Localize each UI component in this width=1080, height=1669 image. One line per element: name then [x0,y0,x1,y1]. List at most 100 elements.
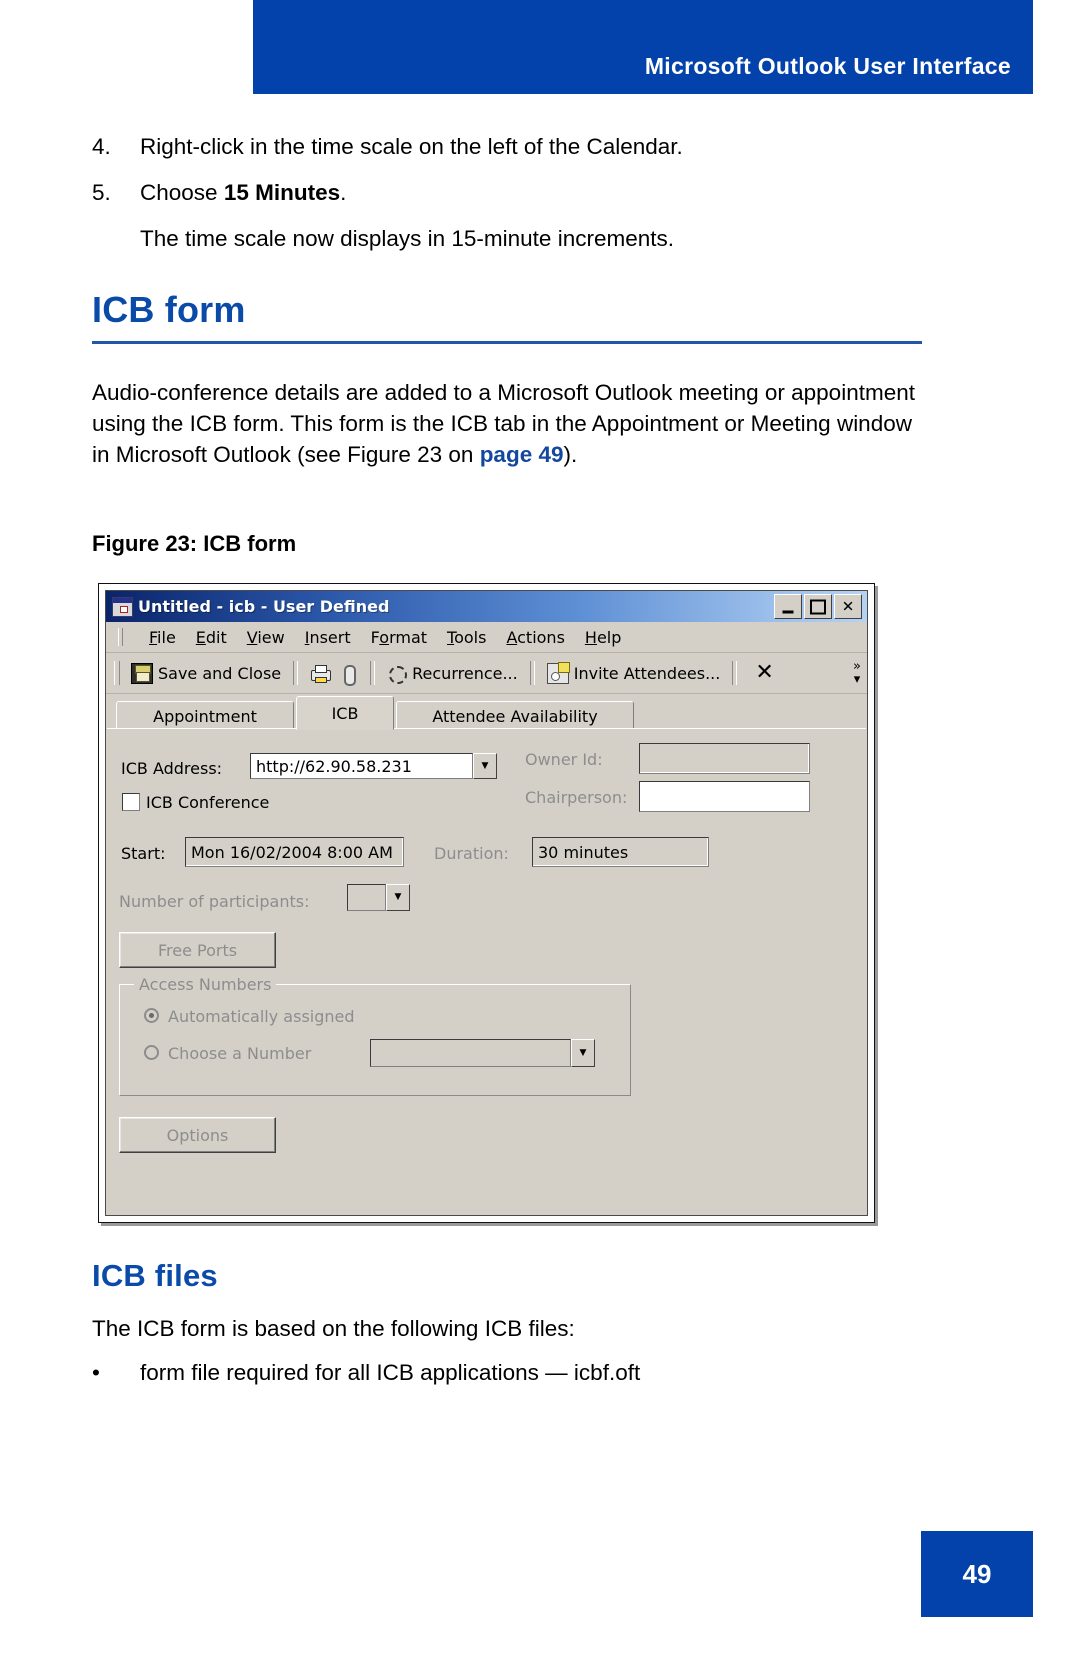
menu-item-insert[interactable]: Insert [305,628,351,647]
paperclip-icon [338,664,358,686]
form-document-icon [112,596,133,617]
tab-appointment[interactable]: Appointment [116,701,294,730]
menu-item-help[interactable]: Help [585,628,621,647]
step-result-text: The time scale now displays in 15-minute… [140,226,674,251]
chairperson-field[interactable] [639,781,810,812]
icb-form-window: Untitled - icb - User Defined ✕ File Edi… [98,583,875,1223]
minimize-icon [782,610,794,613]
toolbar-grip[interactable] [114,661,120,685]
maximize-icon [810,599,826,614]
duration-label: Duration: [434,844,509,863]
icb-address-combobox[interactable]: http://62.90.58.231 ▼ [250,753,497,779]
save-and-close-label: Save and Close [158,663,282,683]
chairperson-label: Chairperson: [525,788,628,807]
toolbar-overflow-button[interactable]: » ▾ [853,660,867,686]
page-heading-icb-form: ICB form [92,289,246,330]
attach-file-button[interactable] [334,662,362,686]
choose-a-number-radio[interactable] [144,1045,159,1060]
tab-icb[interactable]: ICB [296,696,394,730]
floppy-disk-icon [131,662,153,684]
page-header-title: Microsoft Outlook User Interface [644,53,1011,79]
icb-conference-checkbox[interactable] [122,793,140,811]
step-text-after: . [340,180,347,205]
participants-label: Number of participants: [119,892,310,911]
step-text-before: Choose [140,180,224,205]
toolbar-separator [293,661,299,685]
step-item-5: 5. Choose 15 Minutes. [92,179,932,208]
start-label: Start: [121,844,166,863]
choose-a-number-combobox[interactable]: ▼ [370,1039,595,1067]
icb-address-label: ICB Address: [121,759,223,778]
free-ports-button[interactable]: Free Ports [119,932,276,968]
paragraph-text-tail: ). [563,442,578,468]
chevron-down-icon: ▾ [853,672,861,687]
step-number: 5. [92,180,111,205]
invite-attendees-button[interactable]: Invite Attendees... [543,661,725,686]
toolbar-separator [732,661,738,685]
chevron-down-icon[interactable]: ▼ [386,884,410,911]
menu-item-edit[interactable]: Edit [196,628,227,647]
bullet-item-icbf: • form file required for all ICB applica… [92,1360,932,1386]
invite-attendees-label: Invite Attendees... [573,663,721,683]
chevron-down-icon[interactable]: ▼ [473,753,497,779]
window-title: Untitled - icb - User Defined [138,597,390,616]
access-numbers-group: Access Numbers Automatically assigned Ch… [119,975,631,1096]
paragraph-icb-files-intro: The ICB form is based on the following I… [92,1316,575,1341]
tab-attendee-availability[interactable]: Attendee Availability [396,701,634,730]
close-icon: ✕ [841,597,855,615]
page-number-badge: 49 [921,1531,1033,1617]
page-heading-icb-files: ICB files [92,1258,218,1293]
minimize-button[interactable] [774,594,802,619]
paragraph-icb-form: Audio-conference details are added to a … [92,377,922,470]
window-controls: ✕ [774,594,864,619]
owner-id-field[interactable] [639,743,810,774]
menu-item-file[interactable]: File [149,628,176,647]
participants-value [347,884,386,911]
menu-item-view[interactable]: View [247,628,285,647]
icb-conference-label: ICB Conference [146,793,270,812]
menu-item-tools[interactable]: Tools [447,628,486,647]
save-and-close-button[interactable]: Save and Close [127,661,285,686]
print-button[interactable] [306,662,334,685]
automatically-assigned-label: Automatically assigned [168,1007,355,1026]
toolbar: Save and Close Recurrence... Invite Atte… [106,653,867,694]
step-text-bold: 15 Minutes [223,180,341,205]
options-button[interactable]: Options [119,1117,276,1153]
step-text: Choose 15 Minutes. [140,179,932,208]
figure-caption: Figure 23: ICB form [92,531,297,556]
participants-combobox[interactable]: ▼ [347,884,410,911]
maximize-button[interactable] [804,594,832,619]
window-titlebar[interactable]: Untitled - icb - User Defined ✕ [106,591,867,622]
recurrence-label: Recurrence... [412,663,518,683]
icb-tab-panel: ICB Address: http://62.90.58.231 ▼ ICB C… [107,728,866,1214]
choose-a-number-label: Choose a Number [168,1044,312,1063]
menu-item-actions[interactable]: Actions [506,628,564,647]
toolbar-separator [370,661,376,685]
page-header-banner: Microsoft Outlook User Interface [253,0,1033,94]
chevron-down-icon[interactable]: ▼ [571,1039,595,1067]
access-numbers-group-title: Access Numbers [134,975,277,994]
delete-button[interactable]: ✕ [745,662,783,684]
owner-id-label: Owner Id: [525,750,603,769]
step-item-4: 4. Right-click in the time scale on the … [92,133,932,162]
recurrence-button[interactable]: Recurrence... [383,662,522,685]
toolbar-separator [529,661,535,685]
recurrence-icon [387,664,408,684]
automatically-assigned-radio[interactable] [144,1008,159,1023]
close-button[interactable]: ✕ [834,594,862,619]
invite-attendees-icon [546,661,570,684]
printer-icon [310,664,332,683]
icb-address-value: http://62.90.58.231 [250,753,473,779]
menu-item-format[interactable]: Format [371,628,427,647]
start-field[interactable]: Mon 16/02/2004 8:00 AM [185,837,404,867]
choose-a-number-value [370,1039,571,1067]
heading-rule [92,341,922,344]
page-49-link[interactable]: page 49 [480,442,564,467]
step-text: Right-click in the time scale on the lef… [140,134,683,159]
step-number: 4. [92,134,111,159]
window-inner-frame: Untitled - icb - User Defined ✕ File Edi… [105,590,868,1216]
duration-field[interactable]: 30 minutes [532,837,709,867]
bullet-symbol: • [92,1360,100,1385]
menu-bar: File Edit View Insert Format Tools Actio… [106,622,867,653]
step-result: The time scale now displays in 15-minute… [92,225,932,254]
